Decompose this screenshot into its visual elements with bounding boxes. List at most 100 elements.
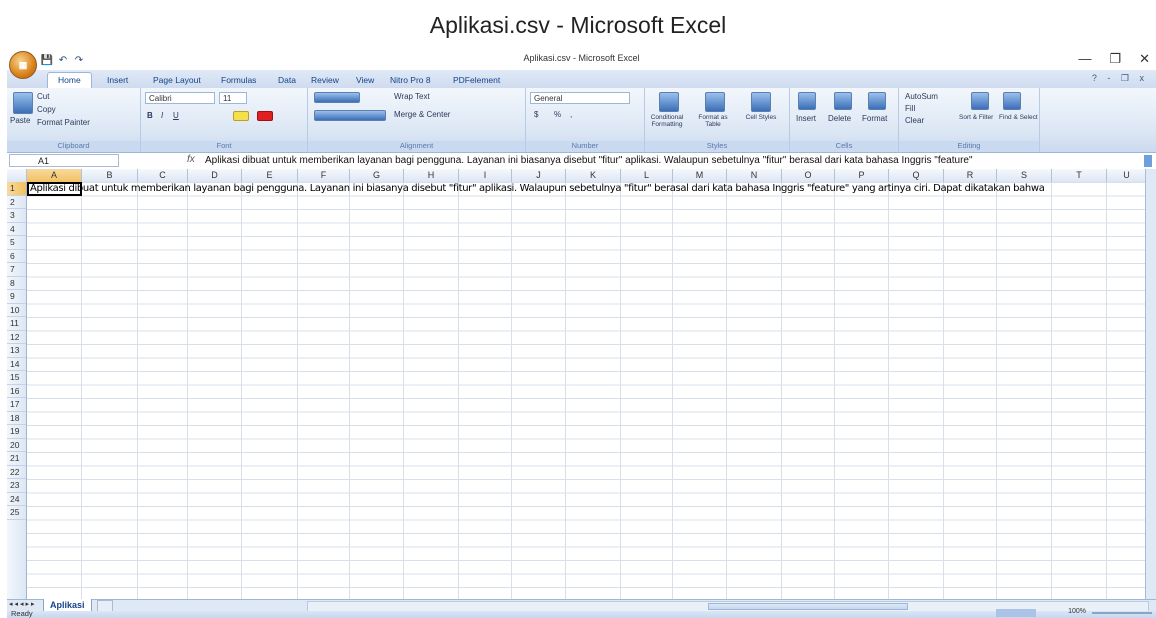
paste-button[interactable]: Paste	[10, 116, 30, 125]
column-header-f[interactable]: F	[298, 169, 350, 182]
column-header-l[interactable]: L	[621, 169, 673, 182]
ribbon-window-controls[interactable]: ? - ❐ x	[1092, 73, 1148, 84]
format-button[interactable]: Format	[862, 114, 887, 123]
row-header-8[interactable]: 8	[7, 277, 26, 290]
horizontal-scroll-thumb[interactable]	[708, 603, 908, 610]
column-header-t[interactable]: T	[1052, 169, 1107, 182]
row-header-20[interactable]: 20	[7, 439, 26, 452]
vertical-scrollbar[interactable]	[1145, 169, 1156, 599]
conditional-formatting-icon[interactable]	[659, 92, 679, 112]
formula-expand-button[interactable]	[1144, 155, 1152, 167]
cell-a1-value[interactable]: Aplikasi dibuat untuk memberikan layanan…	[30, 183, 1045, 194]
column-header-j[interactable]: J	[512, 169, 566, 182]
column-header-g[interactable]: G	[350, 169, 404, 182]
wrap-text-button[interactable]: Wrap Text	[394, 92, 430, 101]
row-header-18[interactable]: 18	[7, 412, 26, 425]
column-header-k[interactable]: K	[566, 169, 621, 182]
find-select-icon[interactable]	[1003, 92, 1021, 110]
column-header-u[interactable]: U	[1107, 169, 1147, 182]
name-box[interactable]: A1	[9, 154, 119, 167]
row-header-22[interactable]: 22	[7, 466, 26, 479]
cut-button[interactable]: Cut	[37, 92, 49, 101]
cell-styles-button[interactable]: Cell Styles	[743, 114, 779, 121]
font-name-select[interactable]: Calibri	[145, 92, 215, 104]
tab-pdfelement[interactable]: PDFelement	[453, 73, 500, 88]
column-header-o[interactable]: O	[782, 169, 835, 182]
delete-button[interactable]: Delete	[828, 114, 851, 123]
row-header-4[interactable]: 4	[7, 223, 26, 236]
column-header-e[interactable]: E	[242, 169, 298, 182]
formula-input[interactable]: Aplikasi dibuat untuk memberikan layanan…	[205, 155, 973, 166]
column-header-h[interactable]: H	[404, 169, 459, 182]
clear-button[interactable]: Clear	[905, 116, 924, 125]
cell-grid[interactable]	[27, 182, 1156, 599]
zoom-level[interactable]: 100%	[1068, 608, 1086, 615]
row-header-15[interactable]: 15	[7, 371, 26, 385]
sheet-nav-buttons[interactable]: ◂◂◂▸▸	[9, 600, 37, 608]
column-header-r[interactable]: R	[944, 169, 997, 182]
office-button[interactable]: ▦	[9, 51, 37, 79]
delete-cells-icon[interactable]	[834, 92, 852, 110]
tab-page-layout[interactable]: Page Layout	[153, 73, 201, 88]
view-buttons[interactable]	[996, 609, 1036, 617]
minimize-button[interactable]: —	[1078, 51, 1091, 67]
close-button[interactable]: ✕	[1139, 51, 1150, 67]
column-header-q[interactable]: Q	[889, 169, 944, 182]
tab-view[interactable]: View	[356, 73, 374, 88]
column-header-n[interactable]: N	[727, 169, 782, 182]
autosum-button[interactable]: AutoSum	[905, 92, 938, 101]
row-header-16[interactable]: 16	[7, 385, 26, 398]
row-header-13[interactable]: 13	[7, 344, 26, 358]
paste-icon[interactable]	[13, 92, 33, 114]
sort-filter-button[interactable]: Sort & Filter	[959, 114, 993, 121]
fx-icon[interactable]: fx	[187, 154, 195, 165]
column-header-b[interactable]: B	[82, 169, 138, 182]
format-painter-button[interactable]: Format Painter	[37, 118, 90, 127]
bold-button[interactable]: B	[147, 111, 153, 120]
insert-cells-icon[interactable]	[798, 92, 816, 110]
currency-button[interactable]: $	[534, 110, 538, 119]
row-header-19[interactable]: 19	[7, 425, 26, 439]
tab-home[interactable]: Home	[47, 72, 92, 89]
row-header-25[interactable]: 25	[7, 506, 26, 520]
font-size-select[interactable]: 11	[219, 92, 247, 104]
merge-center-button[interactable]: Merge & Center	[394, 110, 450, 119]
column-header-a[interactable]: A	[27, 169, 82, 182]
column-header-m[interactable]: M	[673, 169, 727, 182]
tab-review[interactable]: Review	[311, 73, 339, 88]
comma-button[interactable]: ,	[570, 110, 572, 119]
row-header-23[interactable]: 23	[7, 479, 26, 493]
row-header-17[interactable]: 17	[7, 398, 26, 412]
number-format-select[interactable]: General	[530, 92, 630, 104]
percent-button[interactable]: %	[554, 110, 561, 119]
sort-filter-icon[interactable]	[971, 92, 989, 110]
find-select-button[interactable]: Find & Select	[999, 114, 1038, 121]
tab-formulas[interactable]: Formulas	[221, 73, 256, 88]
fill-color-icon[interactable]	[233, 111, 249, 121]
tab-insert[interactable]: Insert	[107, 73, 128, 88]
tab-nitro[interactable]: Nitro Pro 8	[390, 73, 431, 88]
row-header-3[interactable]: 3	[7, 209, 26, 223]
row-header-1[interactable]: 1	[7, 182, 26, 196]
cell-styles-icon[interactable]	[751, 92, 771, 112]
row-header-11[interactable]: 11	[7, 317, 26, 331]
row-header-21[interactable]: 21	[7, 452, 26, 466]
row-header-10[interactable]: 10	[7, 304, 26, 317]
row-header-2[interactable]: 2	[7, 196, 26, 209]
column-header-p[interactable]: P	[835, 169, 889, 182]
row-header-24[interactable]: 24	[7, 493, 26, 506]
column-header-s[interactable]: S	[997, 169, 1052, 182]
fill-button[interactable]: Fill	[905, 104, 915, 113]
restore-button[interactable]: ❐	[1109, 51, 1121, 67]
select-all-corner[interactable]	[7, 169, 27, 182]
font-color-icon[interactable]	[257, 111, 273, 121]
worksheet[interactable]: ABCDEFGHIJKLMNOPQRSTU 1 2 3 4 5 6 7 8 9 10 11 12 13 1…	[7, 169, 1156, 599]
row-header-5[interactable]: 5	[7, 236, 26, 250]
format-as-table-icon[interactable]	[705, 92, 725, 112]
underline-button[interactable]: U	[173, 111, 179, 120]
row-header-12[interactable]: 12	[7, 331, 26, 344]
copy-button[interactable]: Copy	[37, 105, 56, 114]
format-cells-icon[interactable]	[868, 92, 886, 110]
column-header-c[interactable]: C	[138, 169, 188, 182]
insert-button[interactable]: Insert	[796, 114, 816, 123]
